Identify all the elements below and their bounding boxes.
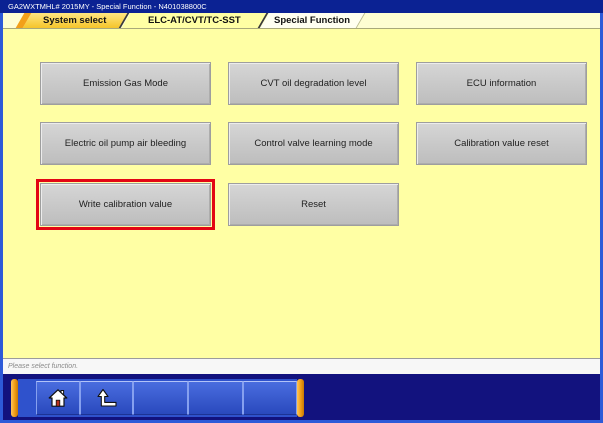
status-message: Please select function. [8, 363, 79, 370]
breadcrumb: System select ELC-AT/CVT/TC-SST Special … [3, 13, 600, 29]
electric-oil-pump-air-bleeding-button[interactable]: Electric oil pump air bleeding [40, 122, 211, 165]
tab-label-elc-at-cvt-tc-sst: ELC-AT/CVT/TC-SST [147, 15, 241, 26]
tab-label-system-select: System select [43, 15, 107, 26]
title-bar: GA2WXTMHL# 2015MY - Special Function - N… [0, 0, 603, 13]
reset-button[interactable]: Reset [228, 183, 399, 226]
toolbar-empty-button-3 [243, 381, 297, 415]
calibration-value-reset-button[interactable]: Calibration value reset [416, 122, 587, 165]
toolbar-right-cap [297, 379, 304, 417]
toolbar-button-panel [18, 379, 297, 417]
control-valve-learning-mode-button[interactable]: Control valve learning mode [228, 122, 399, 165]
tab-special-function[interactable]: Special Function [260, 13, 366, 28]
function-panel: Emission Gas Mode CVT oil degradation le… [3, 29, 600, 358]
tab-label-special-function: Special Function [274, 15, 351, 26]
toolbar-left-cap [11, 379, 18, 417]
write-calibration-value-button[interactable]: Write calibration value [36, 179, 215, 230]
ecu-information-button[interactable]: ECU information [416, 62, 587, 105]
tab-elc-at-cvt-tc-sst[interactable]: ELC-AT/CVT/TC-SST [121, 13, 269, 28]
tab-system-select[interactable]: System select [15, 13, 130, 28]
window-title: GA2WXTMHL# 2015MY - Special Function - N… [8, 2, 207, 11]
emission-gas-mode-button[interactable]: Emission Gas Mode [40, 62, 211, 105]
up-level-icon [96, 388, 117, 407]
up-level-button[interactable] [80, 381, 133, 415]
home-button[interactable] [36, 381, 80, 415]
status-bar: Please select function. [3, 358, 600, 374]
cvt-oil-degradation-level-button[interactable]: CVT oil degradation level [228, 62, 399, 105]
toolbar-empty-button-1 [133, 381, 188, 415]
toolbar-empty-button-2 [188, 381, 243, 415]
home-icon [48, 389, 68, 407]
bottom-toolbar [3, 374, 600, 420]
